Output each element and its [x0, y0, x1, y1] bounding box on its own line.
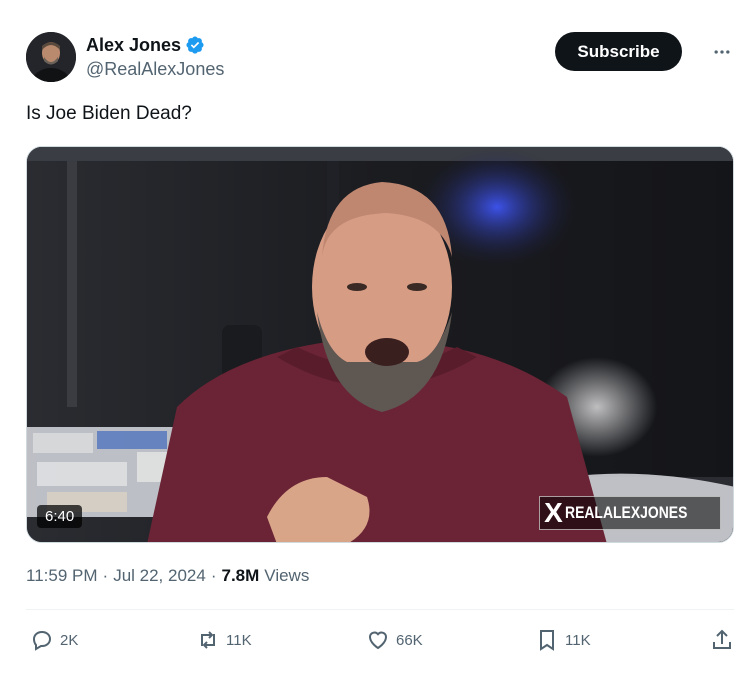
bookmark-icon [540, 630, 554, 651]
video-player[interactable]: 6:40 X REALALEXJONES [26, 146, 734, 543]
tweet-date[interactable]: Jul 22, 2024 [113, 566, 206, 586]
like-button[interactable]: 66K [366, 622, 423, 658]
action-bar: 2K 11K 66K 11K [26, 622, 734, 658]
verified-badge-icon[interactable] [185, 35, 205, 55]
bookmark-count: 11K [565, 631, 591, 649]
video-duration: 6:40 [37, 505, 83, 528]
bookmark-button[interactable]: 11K [535, 622, 591, 658]
display-name[interactable]: Alex Jones [86, 35, 181, 56]
share-icon [713, 629, 731, 649]
avatar[interactable] [26, 32, 76, 82]
share-button[interactable] [710, 622, 734, 658]
watermark-text: REALALEXJONES [564, 503, 688, 522]
channel-watermark: X REALALEXJONES [539, 496, 721, 530]
meta-separator: · [210, 566, 217, 585]
repost-count: 11K [226, 631, 252, 649]
author-names: Alex Jones @RealAlexJones [86, 32, 224, 80]
divider [26, 609, 734, 610]
reply-count: 2K [60, 631, 79, 649]
more-icon[interactable] [710, 40, 734, 64]
handle[interactable]: @RealAlexJones [86, 59, 224, 80]
like-icon [368, 631, 388, 650]
like-count: 66K [396, 631, 423, 649]
x-logo-icon: X [544, 497, 563, 528]
repost-button[interactable]: 11K [196, 622, 252, 658]
views-label: Views [264, 566, 310, 585]
views-count: 7.8M [221, 566, 260, 585]
reply-icon [32, 630, 52, 651]
tweet-header: Alex Jones @RealAlexJones Subscribe [26, 30, 734, 86]
meta-separator: · [102, 566, 109, 585]
tweet-time[interactable]: 11:59 PM [26, 566, 98, 586]
reply-button[interactable]: 2K [30, 622, 78, 658]
subscribe-button[interactable]: Subscribe [555, 32, 682, 71]
repost-icon [201, 631, 215, 649]
tweet-text: Is Joe Biden Dead? [26, 103, 192, 124]
video-thumbnail [27, 147, 733, 542]
tweet-meta: 11:59 PM · Jul 22, 2024 · 7.8M Views [26, 566, 309, 586]
